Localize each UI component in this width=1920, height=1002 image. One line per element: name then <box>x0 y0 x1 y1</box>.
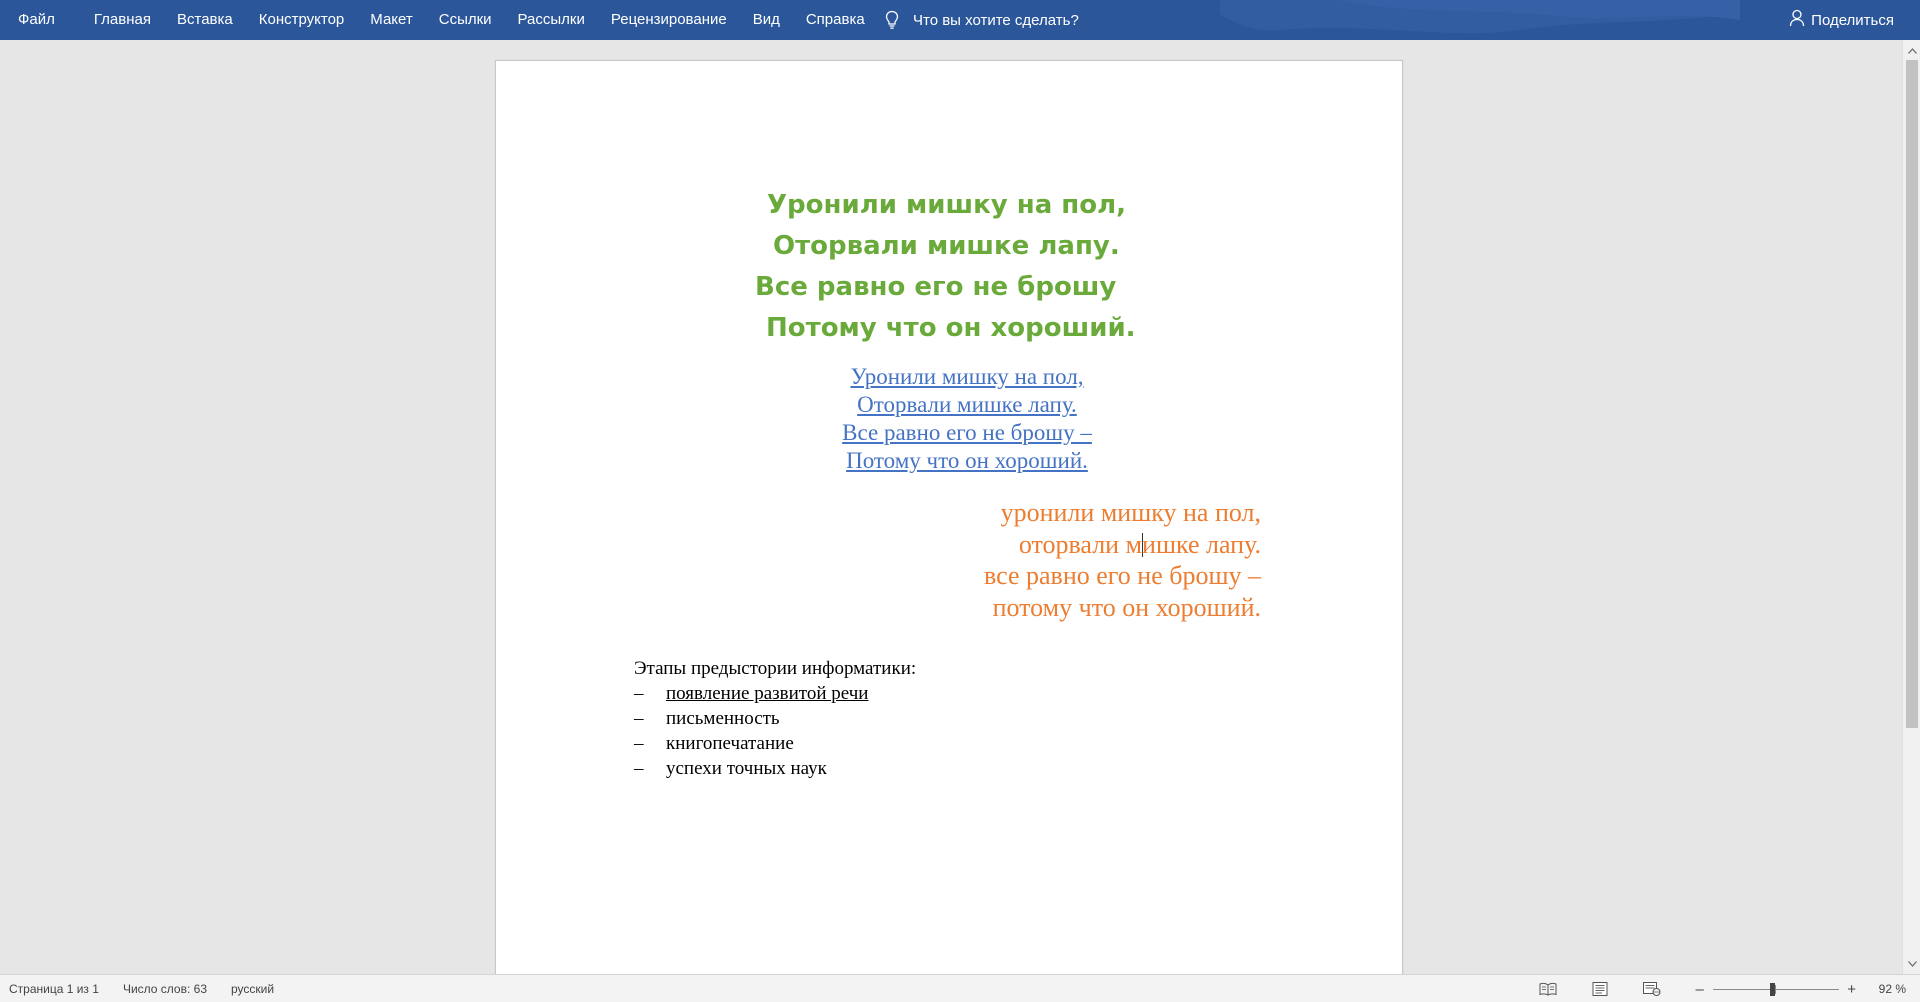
page-count[interactable]: Страница 1 из 1 <box>9 982 99 996</box>
list-item: – появление развитой речи <box>634 681 916 706</box>
list-item: – книгопечатание <box>634 731 916 756</box>
stages-heading: Этапы предыстории информатики: <box>634 658 917 679</box>
poem-orange-line: оторвали мишке лапу. <box>984 529 1261 561</box>
tab-file[interactable]: Файл <box>0 0 81 40</box>
web-layout-icon[interactable] <box>1637 978 1667 1000</box>
status-left: Страница 1 из 1 Число слов: 63 русский <box>9 975 274 1002</box>
list-bullet: – <box>634 758 644 779</box>
poem-orange-line: потому что он хороший. <box>992 592 1261 622</box>
poem-green-line: Уронили мишку на пол, <box>767 190 1127 220</box>
list-item-text: появление развитой речи <box>666 683 869 704</box>
zoom-slider-track <box>1712 989 1839 990</box>
poem-orange-text: ишке лапу. <box>1142 529 1261 559</box>
zoom-slider-thumb[interactable] <box>1769 983 1775 996</box>
ribbon-tabs: Файл Главная Вставка Конструктор Макет С… <box>0 0 878 40</box>
list-bullet: – <box>634 708 644 729</box>
poem-orange-text: оторвали м <box>1018 529 1143 559</box>
zoom-slider[interactable] <box>1712 979 1839 999</box>
tab-mailings[interactable]: Рассылки <box>505 0 598 40</box>
zoom-slider-midpoint <box>1774 985 1776 994</box>
print-layout-icon[interactable] <box>1585 978 1615 1000</box>
poem-green-line: Все равно его не брошу <box>755 272 1117 302</box>
tab-layout[interactable]: Макет <box>357 0 425 40</box>
list-item: – успехи точных наук <box>634 756 916 781</box>
person-icon <box>1789 9 1805 31</box>
poem-orange: уронили мишку на пол, оторвали мишке лап… <box>984 497 1261 623</box>
read-mode-icon[interactable] <box>1533 978 1563 1000</box>
list-item-text: книгопечатание <box>666 733 794 754</box>
tab-view[interactable]: Вид <box>740 0 793 40</box>
poem-blue-line: Уронили мишку на пол, <box>850 364 1084 389</box>
tab-design[interactable]: Конструктор <box>246 0 358 40</box>
stages-list: – появление развитой речи – письменность –… <box>634 681 916 781</box>
tell-me-label: Что вы хотите сделать? <box>913 11 1079 29</box>
zoom-level[interactable]: 92 % <box>1879 982 1906 996</box>
scroll-down-arrow-icon[interactable] <box>1903 955 1920 972</box>
tab-review[interactable]: Рецензирование <box>598 0 740 40</box>
tab-home[interactable]: Главная <box>81 0 164 40</box>
list-bullet: – <box>634 733 644 754</box>
poem-green-line: Оторвали мишке лапу. <box>773 231 1120 261</box>
list-bullet: – <box>634 683 644 704</box>
zoom-in-button[interactable]: + <box>1843 981 1861 998</box>
list-item-text: письменность <box>666 708 780 729</box>
share-label: Поделиться <box>1811 11 1894 29</box>
word-count[interactable]: Число слов: 63 <box>123 982 207 996</box>
poem-blue-line: Оторвали мишке лапу. <box>857 392 1077 417</box>
scrollbar-thumb[interactable] <box>1906 60 1918 728</box>
tab-insert[interactable]: Вставка <box>164 0 246 40</box>
document-canvas: Уронили мишку на пол, Оторвали мишке лап… <box>0 40 1902 974</box>
ribbon-decoration <box>1220 0 1740 34</box>
list-item-text: успехи точных наук <box>666 758 827 779</box>
lightbulb-icon <box>885 10 899 30</box>
ribbon-tab-bar: Файл Главная Вставка Конструктор Макет С… <box>0 0 1920 40</box>
share-button[interactable]: Поделиться <box>1789 0 1894 40</box>
tell-me-box[interactable]: Что вы хотите сделать? <box>885 0 1079 40</box>
document-page[interactable]: Уронили мишку на пол, Оторвали мишке лап… <box>495 60 1403 974</box>
poem-green-line: Потому что он хороший. <box>766 313 1136 343</box>
zoom-out-button[interactable]: – <box>1691 981 1709 998</box>
poem-green: Уронили мишку на пол, Оторвали мишке лап… <box>496 185 1404 349</box>
informatics-stages: Этапы предыстории информатики: – появлени… <box>634 656 916 781</box>
tab-help[interactable]: Справка <box>793 0 878 40</box>
tab-references[interactable]: Ссылки <box>426 0 505 40</box>
list-item: – письменность <box>634 706 916 731</box>
poem-blue-line: Все равно его не брошу – <box>842 420 1092 445</box>
scroll-up-arrow-icon[interactable] <box>1903 42 1920 59</box>
poem-orange-line: уронили мишку на пол, <box>1000 498 1261 527</box>
language-indicator[interactable]: русский <box>231 982 274 996</box>
poem-blue: Уронили мишку на пол, Оторвали мишке лап… <box>496 363 1404 475</box>
poem-orange-line: все равно его не брошу – <box>983 561 1261 590</box>
status-right: – + 92 % <box>1511 975 1906 1002</box>
status-bar: Страница 1 из 1 Число слов: 63 русский –… <box>0 974 1920 1002</box>
vertical-scrollbar[interactable] <box>1902 40 1920 974</box>
poem-blue-line: Потому что он хороший. <box>846 448 1088 473</box>
